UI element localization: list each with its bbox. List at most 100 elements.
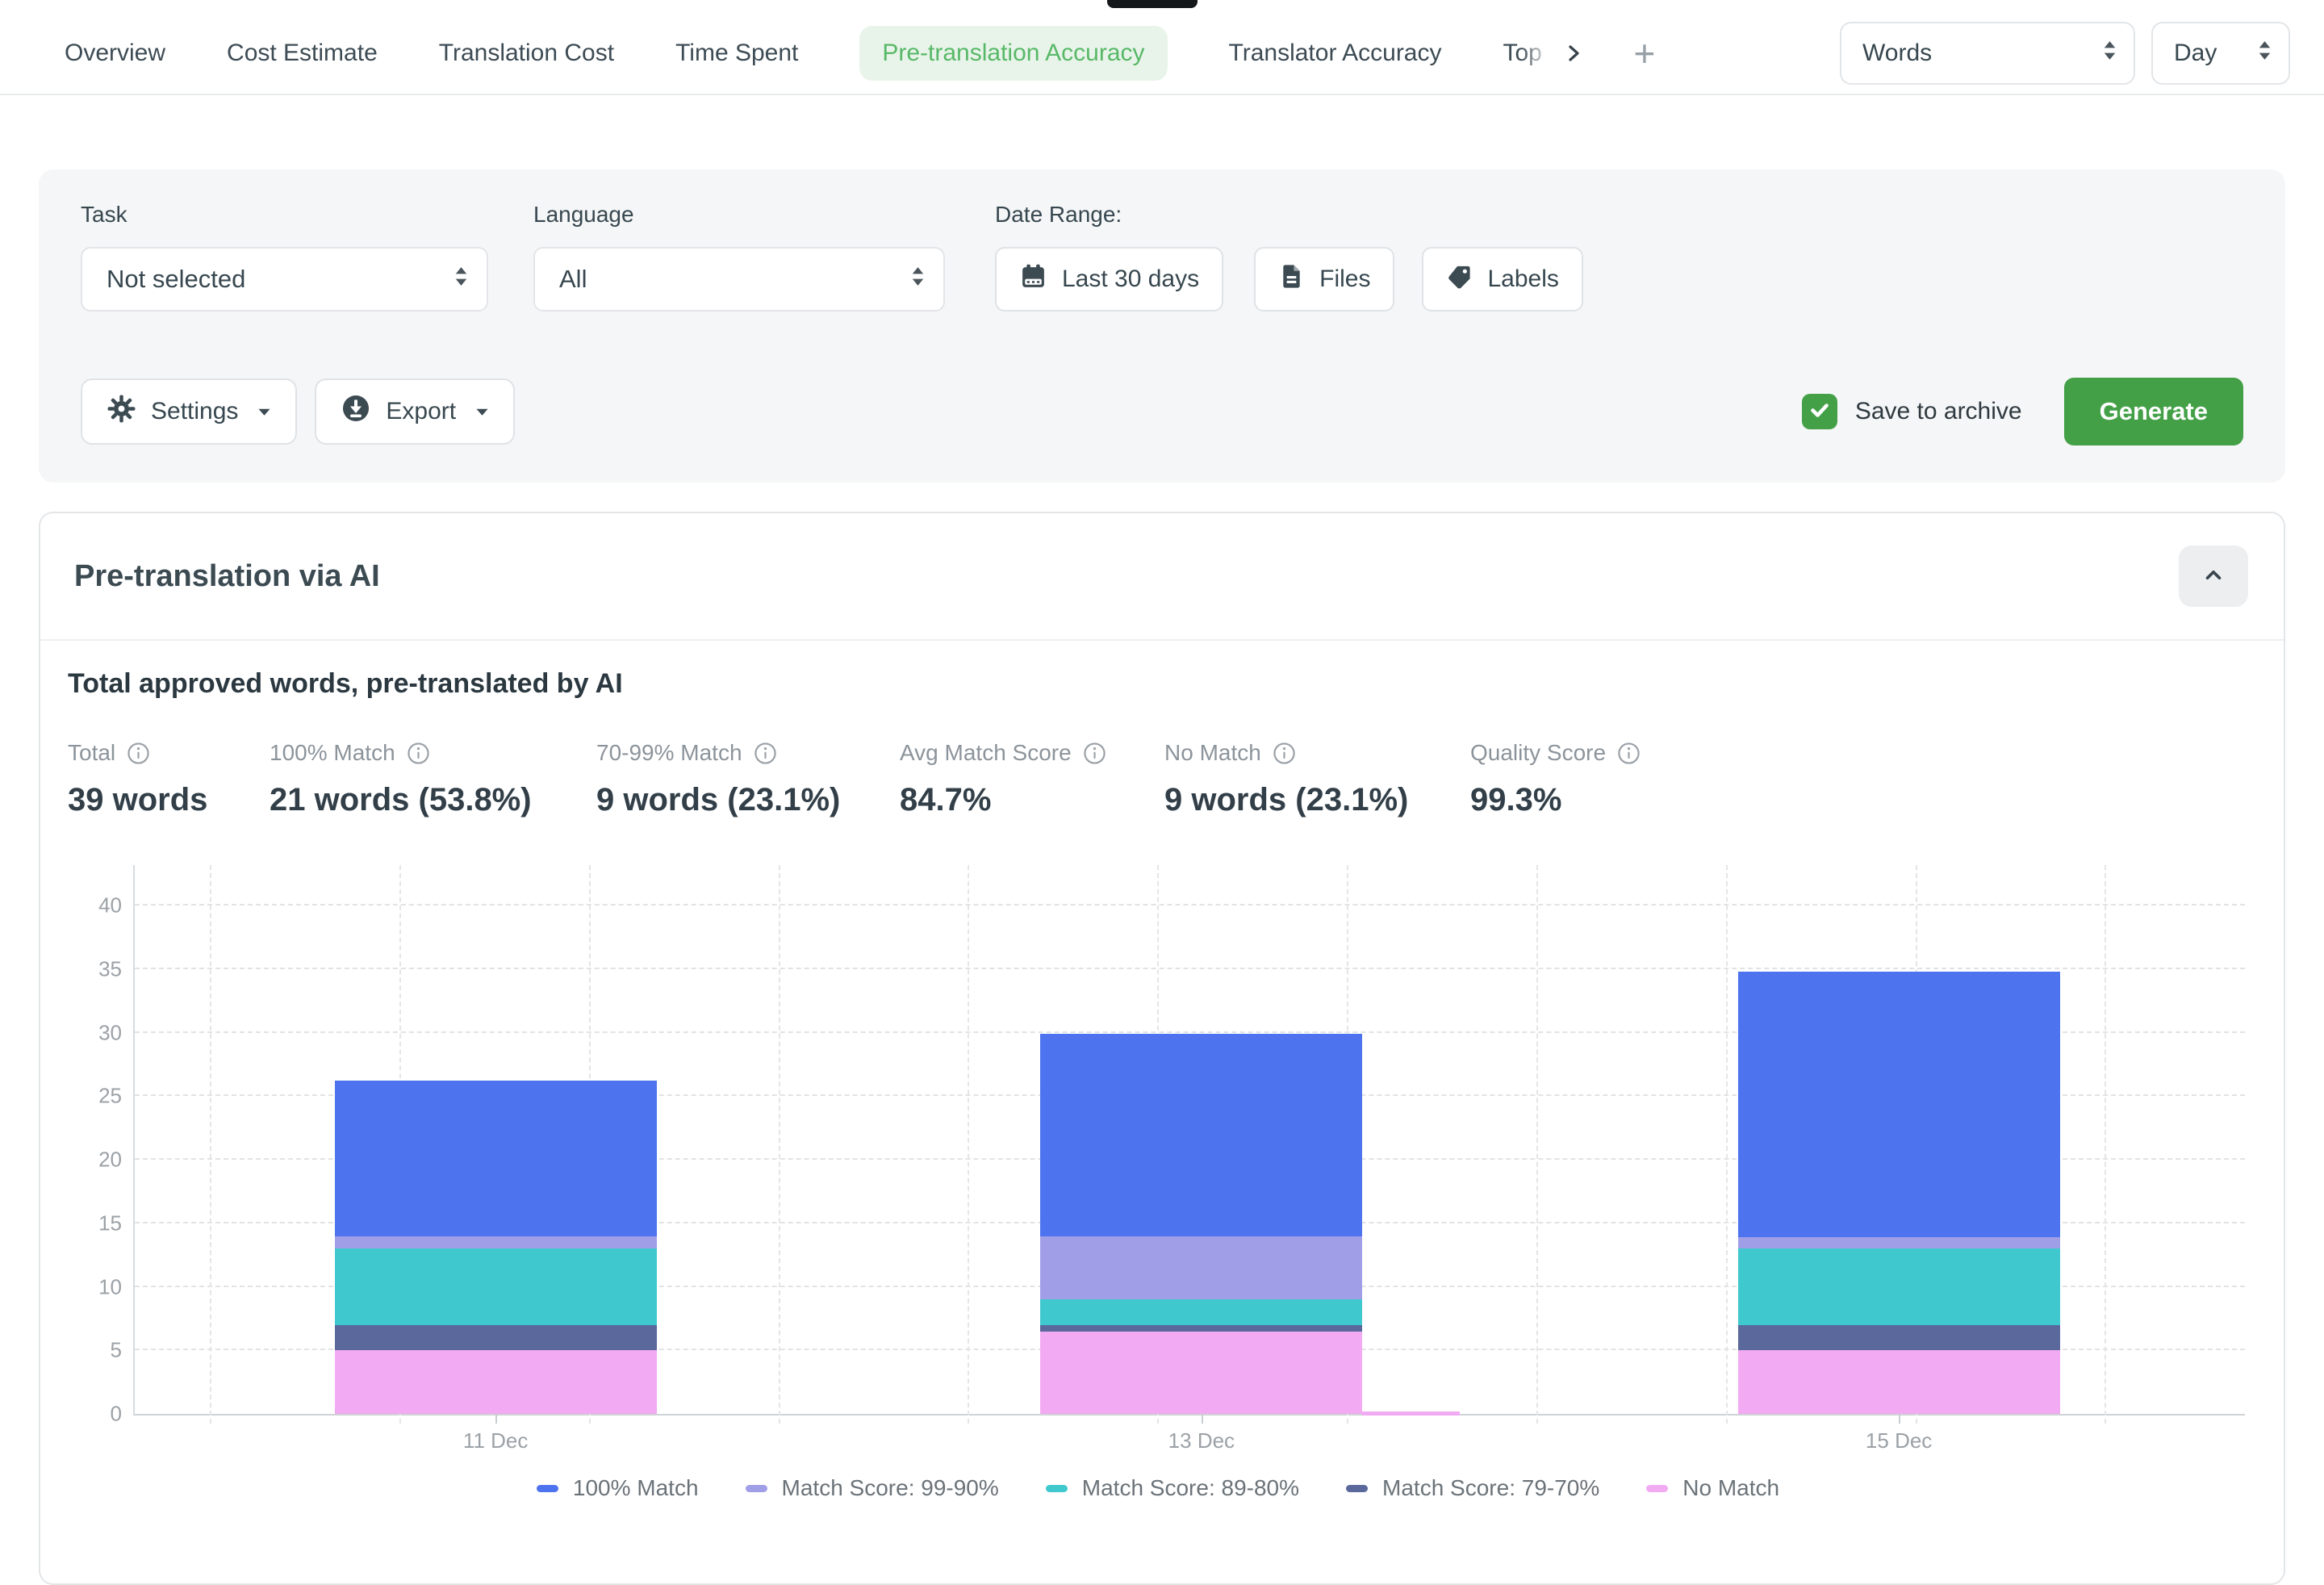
stat-label-text: 70-99% Match xyxy=(596,740,742,766)
chart-plot: 051015202530354011 Dec13 Dec15 Dec xyxy=(133,865,2245,1416)
legend-item-no-match[interactable]: No Match xyxy=(1646,1475,1779,1501)
y-tick-5: 5 xyxy=(111,1338,122,1363)
files-button-label: Files xyxy=(1319,266,1370,293)
segment-match-score-79-70 xyxy=(1040,1325,1362,1332)
task-label: Task xyxy=(81,202,533,228)
stat-value: 39 words xyxy=(68,782,270,818)
tab-top[interactable]: Top xyxy=(1503,40,1553,67)
stat-total: Total 39 words xyxy=(68,740,270,818)
segment-match-score-99-90 xyxy=(1040,1236,1362,1300)
stat-label-text: No Match xyxy=(1164,740,1261,766)
labels-button-label: Labels xyxy=(1487,266,1558,293)
legend-item-match-score-79-70[interactable]: Match Score: 79-70% xyxy=(1346,1475,1599,1501)
period-select[interactable]: Day xyxy=(2151,22,2290,85)
info-icon[interactable] xyxy=(407,742,430,765)
legend-item-match-score-99-90[interactable]: Match Score: 99-90% xyxy=(746,1475,999,1501)
x-tickmark xyxy=(1899,1414,1900,1424)
legend-item-100-match[interactable]: 100% Match xyxy=(537,1475,699,1501)
gridline-x-0 xyxy=(210,865,211,1424)
period-select-value: Day xyxy=(2174,40,2217,67)
save-to-archive-checkbox[interactable] xyxy=(1802,394,1837,429)
legend-label: Match Score: 79-70% xyxy=(1382,1475,1599,1501)
caret-down-icon xyxy=(257,408,271,416)
legend-marker xyxy=(1646,1485,1668,1492)
files-button[interactable]: Files xyxy=(1254,247,1394,312)
tab-overview[interactable]: Overview xyxy=(65,40,165,67)
settings-button[interactable]: Settings xyxy=(81,378,297,445)
add-tab-button[interactable]: + xyxy=(1634,35,1656,72)
tab-translator-accuracy[interactable]: Translator Accuracy xyxy=(1229,40,1442,67)
legend-label: Match Score: 89-80% xyxy=(1082,1475,1299,1501)
chevron-up-icon xyxy=(2201,562,2226,591)
tab-pre-translation-accuracy[interactable]: Pre-translation Accuracy xyxy=(859,26,1167,81)
labels-button[interactable]: Labels xyxy=(1422,247,1582,312)
info-icon[interactable] xyxy=(1083,742,1106,765)
gridline-x-7 xyxy=(1536,865,1538,1424)
x-tickmark xyxy=(495,1414,497,1424)
language-select[interactable]: All xyxy=(533,247,945,312)
stat-label: Total xyxy=(68,740,270,766)
tab-cost-estimate[interactable]: Cost Estimate xyxy=(227,40,378,67)
task-select[interactable]: Not selected xyxy=(81,247,488,312)
y-tick-0: 0 xyxy=(111,1402,122,1427)
settings-button-label: Settings xyxy=(151,398,238,425)
gridline-x-10 xyxy=(2105,865,2106,1424)
info-icon[interactable] xyxy=(127,742,150,765)
stats-row: Total39 words100% Match21 words (53.8%)7… xyxy=(68,740,2248,818)
y-tick-35: 35 xyxy=(98,956,122,981)
info-icon[interactable] xyxy=(1273,742,1296,765)
export-button[interactable]: Export xyxy=(315,378,515,445)
bar-13-dec[interactable] xyxy=(1040,1034,1362,1414)
tab-time-spent[interactable]: Time Spent xyxy=(675,40,798,67)
segment-match-score-89-80 xyxy=(1040,1299,1362,1325)
tabs-overflow-chevron-icon[interactable] xyxy=(1561,41,1586,65)
legend-marker xyxy=(746,1485,767,1492)
pre-translation-accuracy-report-page: { "nav": { "tabs": [ { "label": "Overvie… xyxy=(0,0,2324,1521)
date-range-button[interactable]: Last 30 days xyxy=(995,247,1223,312)
date-range-label: Date Range: xyxy=(995,202,1223,228)
download-circle-icon xyxy=(341,393,371,430)
gridline-y-40 xyxy=(135,904,2245,905)
chart-legend: 100% Match Match Score: 99-90% Match Score… xyxy=(68,1475,2248,1501)
bar-15-dec[interactable] xyxy=(1738,972,2060,1414)
chart-subtitle: Total approved words, pre-translated by … xyxy=(68,668,2248,700)
generate-area: Save to archive Generate xyxy=(1802,378,2243,445)
y-tick-20: 20 xyxy=(98,1148,122,1173)
scope-buttons: Files Labels xyxy=(1254,247,1583,312)
unit-select[interactable]: Words xyxy=(1840,22,2135,85)
stat-value: 99.3% xyxy=(1470,782,1641,818)
legend-item-match-score-89-80[interactable]: Match Score: 89-80% xyxy=(1046,1475,1299,1501)
segment-match-score-79-70 xyxy=(335,1325,657,1351)
select-stepper-icon xyxy=(2257,40,2272,68)
select-stepper-icon xyxy=(910,265,926,294)
gridline-y-35 xyxy=(135,968,2245,969)
language-label: Language xyxy=(533,202,995,228)
stacked-bar-chart: 051015202530354011 Dec13 Dec15 Dec xyxy=(68,865,2248,1459)
report-filter-card: Task Not selected Language All Date Rang… xyxy=(39,169,2285,483)
bar-11-dec[interactable] xyxy=(335,1081,657,1414)
gridline-x-8 xyxy=(1726,865,1728,1424)
gear-icon xyxy=(107,394,136,430)
language-filter-group: Language All xyxy=(533,202,995,312)
language-select-value: All xyxy=(559,265,587,294)
calendar-icon xyxy=(1019,262,1047,297)
segment-match-score-79-70 xyxy=(1738,1325,2060,1351)
y-tick-40: 40 xyxy=(98,893,122,918)
x-tick-15-dec: 15 Dec xyxy=(1866,1428,1932,1453)
x-tick-11-dec: 11 Dec xyxy=(463,1428,528,1453)
screen-notch-bar xyxy=(1107,0,1198,8)
info-icon[interactable] xyxy=(754,742,777,765)
gridline-x-3 xyxy=(779,865,780,1424)
tab-translation-cost[interactable]: Translation Cost xyxy=(439,40,614,67)
segment-match-score-99-90 xyxy=(335,1236,657,1249)
info-icon[interactable] xyxy=(1617,742,1641,765)
segment-match-score-89-80 xyxy=(1738,1248,2060,1325)
segment-100-match xyxy=(335,1081,657,1236)
collapse-panel-button[interactable] xyxy=(2179,546,2248,607)
select-stepper-icon xyxy=(2102,40,2117,68)
stat-label-text: Avg Match Score xyxy=(900,740,1072,766)
toolbar-row: Settings Export Save to archive Generate xyxy=(81,378,2243,445)
generate-button[interactable]: Generate xyxy=(2064,378,2243,445)
nav-selects: Words Day xyxy=(1840,22,2290,85)
panel-header: Pre-translation via AI xyxy=(40,513,2284,641)
